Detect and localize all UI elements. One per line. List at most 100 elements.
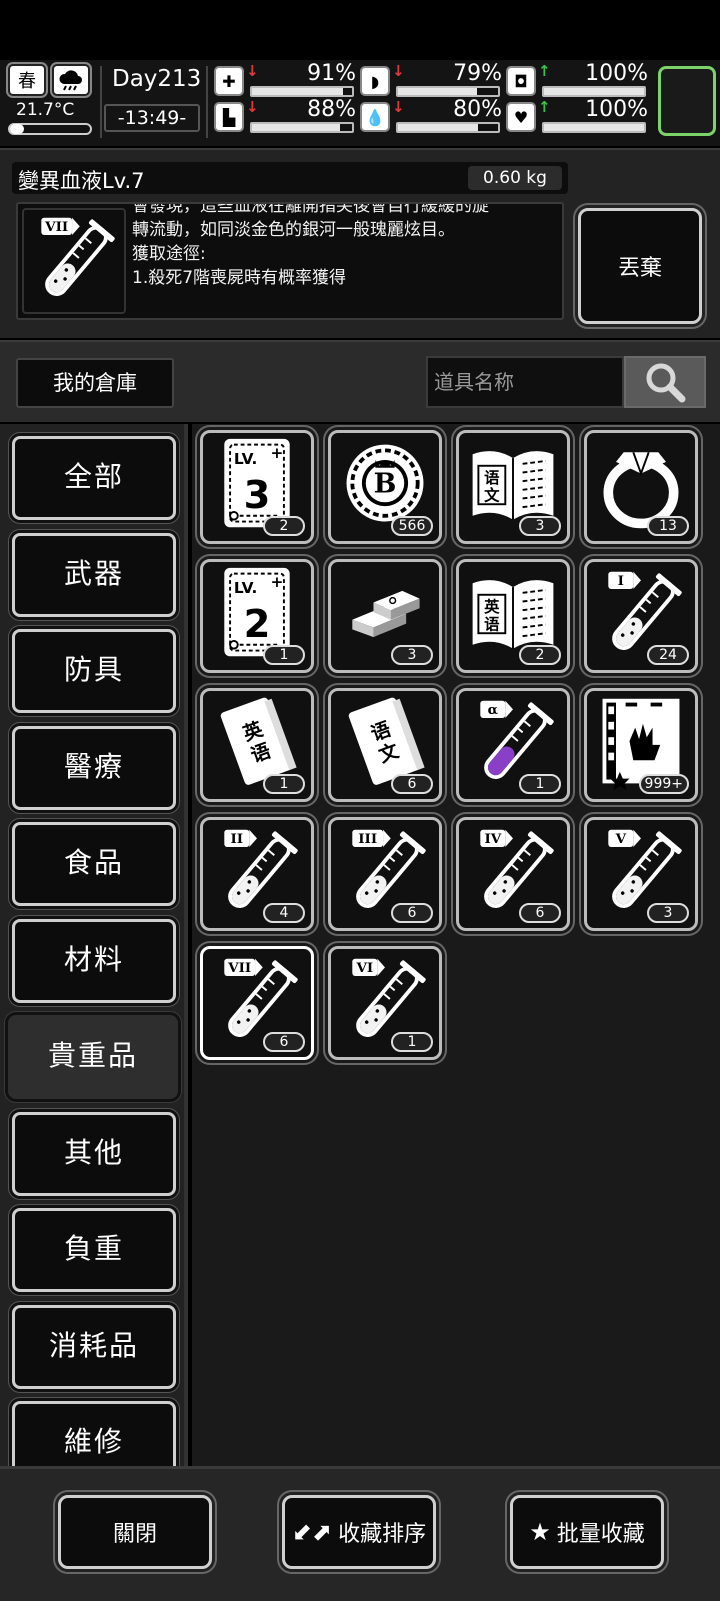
category-tab[interactable]: 維修: [12, 1401, 176, 1466]
close-button[interactable]: 關閉: [58, 1495, 212, 1569]
trend-down-icon: ↓: [392, 98, 405, 116]
inventory-slot[interactable]: B 566: [328, 430, 442, 544]
item-count: 3: [519, 516, 561, 536]
inventory-slot[interactable]: 语文3: [456, 430, 570, 544]
batch-favorite-button[interactable]: ★ 批量收藏: [510, 1495, 664, 1569]
svg-text:III: III: [358, 831, 377, 847]
batch-favorite-label: 批量收藏: [556, 1522, 645, 1547]
stat-value: 91%: [307, 61, 356, 86]
inventory-slot[interactable]: VI 1: [328, 946, 442, 1060]
search-icon: [646, 363, 686, 403]
stat-fatigue: ◘ ↑ 100%: [506, 61, 648, 98]
water-drop-icon: 💧: [360, 102, 390, 132]
close-button-label: 關閉: [112, 1522, 157, 1547]
svg-text:LV.: LV.: [234, 579, 257, 597]
inventory-slot[interactable]: II 4: [200, 817, 314, 931]
item-title-bar: 變異血液Lv.7 0.60 kg: [12, 162, 568, 194]
category-tab[interactable]: 負重: [12, 1208, 176, 1292]
inventory-slot[interactable]: 13: [584, 430, 698, 544]
stat-mood: ♥ ↑ 100%: [506, 97, 648, 134]
inventory-slot[interactable]: 英语1: [200, 688, 314, 802]
capsule-icon: ◘: [506, 66, 536, 96]
search-button[interactable]: [624, 356, 706, 408]
inventory-slot[interactable]: III 6: [328, 817, 442, 931]
category-tab[interactable]: 全部: [12, 436, 176, 520]
description-line: 1.殺死7階喪屍時有概率獲得: [132, 268, 347, 288]
stat-thirst: 💧 ↓ 80%: [360, 97, 502, 134]
inventory-slot[interactable]: 999+: [584, 688, 698, 802]
item-count: 566: [391, 516, 433, 536]
inventory-grid: LV. +3 2 B 566 语文 3 13 LV. +2 1 3 英语 2 I 24 英语 1 语文 6 α 1 999+…: [192, 424, 720, 1466]
svg-text:α: α: [488, 702, 499, 718]
item-count: 13: [647, 516, 689, 536]
category-sidebar[interactable]: 全部武器防具醫療食品材料貴重品其他負重消耗品維修: [0, 424, 188, 1466]
divider: [100, 66, 102, 138]
stat-stamina: ▙ ↓ 88%: [214, 97, 356, 134]
heart-icon: ♥: [506, 102, 536, 132]
svg-text:I: I: [618, 573, 624, 589]
stat-health: ✚ ↓ 91%: [214, 61, 356, 98]
temperature-bar: [8, 123, 92, 135]
category-tab[interactable]: 武器: [12, 532, 176, 617]
selected-item-icon: VII: [22, 208, 126, 314]
category-tab[interactable]: 醫療: [12, 725, 176, 810]
stat-hunger: ◗ ↓ 79%: [360, 61, 502, 98]
season-indicator: 春: [8, 64, 46, 96]
inventory-slot[interactable]: LV. +3 2: [200, 430, 314, 544]
svg-text:II: II: [231, 831, 244, 847]
category-tab[interactable]: 食品: [12, 822, 176, 906]
category-tab[interactable]: 材料: [12, 918, 176, 1003]
discard-button[interactable]: 丟棄: [578, 208, 702, 324]
item-count: 999+: [638, 774, 689, 794]
category-tab[interactable]: 其他: [12, 1111, 176, 1196]
inventory-slot[interactable]: 语文6: [328, 688, 442, 802]
category-tab[interactable]: 防具: [12, 629, 176, 713]
item-count: 24: [647, 645, 689, 665]
trend-up-icon: ↑: [538, 98, 551, 116]
trend-down-icon: ↓: [246, 98, 259, 116]
svg-text:+: +: [270, 444, 283, 462]
stomach-icon: ◗: [360, 66, 390, 96]
warehouse-tab[interactable]: 我的倉庫: [16, 358, 174, 408]
svg-text:文: 文: [484, 485, 500, 504]
item-count: 4: [263, 903, 305, 923]
inventory-slot[interactable]: α1: [456, 688, 570, 802]
inventory-slot[interactable]: 3: [328, 559, 442, 673]
item-description-box[interactable]: VII 會發現，這些血液在離開指尖後會自行緩緩的旋 轉流動，如同淡金色的銀河一般…: [16, 202, 564, 320]
item-name: 變異血液Lv.7: [18, 169, 145, 193]
sort-arrows-icon: ⬋⬈: [291, 1518, 333, 1546]
favorite-sort-button[interactable]: ⬋⬈ 收藏排序: [282, 1495, 436, 1569]
svg-text:3: 3: [244, 473, 271, 518]
bottom-action-bar: 關閉 ⬋⬈ 收藏排序 ★ 批量收藏: [0, 1466, 720, 1601]
inventory-slot[interactable]: IV 6: [456, 817, 570, 931]
svg-text:V: V: [615, 831, 627, 847]
item-count: 6: [391, 903, 433, 923]
category-tab[interactable]: 貴重品: [8, 1015, 178, 1099]
item-count: 1: [519, 774, 561, 794]
inventory-slot[interactable]: LV. +2 1: [200, 559, 314, 673]
item-count: 1: [391, 1032, 433, 1052]
stat-bar: [542, 122, 646, 133]
menu-slot-button[interactable]: [658, 66, 716, 136]
stat-bar: [396, 122, 500, 133]
boot-icon: ▙: [214, 102, 244, 132]
inventory-slot[interactable]: 英语 2: [456, 559, 570, 673]
svg-text:VII: VII: [44, 219, 68, 235]
item-detail-panel: 變異血液Lv.7 0.60 kg VII 會發現，這些血液在離開指尖後會自行緩緩…: [0, 148, 720, 338]
temperature: 21.7°C: [16, 100, 75, 120]
trend-up-icon: ↑: [538, 62, 551, 80]
item-count: 6: [391, 774, 433, 794]
item-count: 2: [519, 645, 561, 665]
stat-value: 80%: [453, 97, 502, 122]
category-tab[interactable]: 消耗品: [12, 1304, 176, 1389]
inventory-slot[interactable]: I 24: [584, 559, 698, 673]
item-count: 3: [647, 903, 689, 923]
inventory-slot[interactable]: V3: [584, 817, 698, 931]
discard-button-label: 丟棄: [617, 256, 662, 281]
stat-value: 100%: [585, 61, 648, 86]
inventory-slot[interactable]: VII 6: [200, 946, 314, 1060]
warehouse-bar: 我的倉庫 道具名称: [0, 340, 720, 422]
item-search-input[interactable]: 道具名称: [426, 356, 624, 408]
season-label: 春: [18, 71, 36, 92]
clock: -13:49-: [104, 104, 200, 132]
